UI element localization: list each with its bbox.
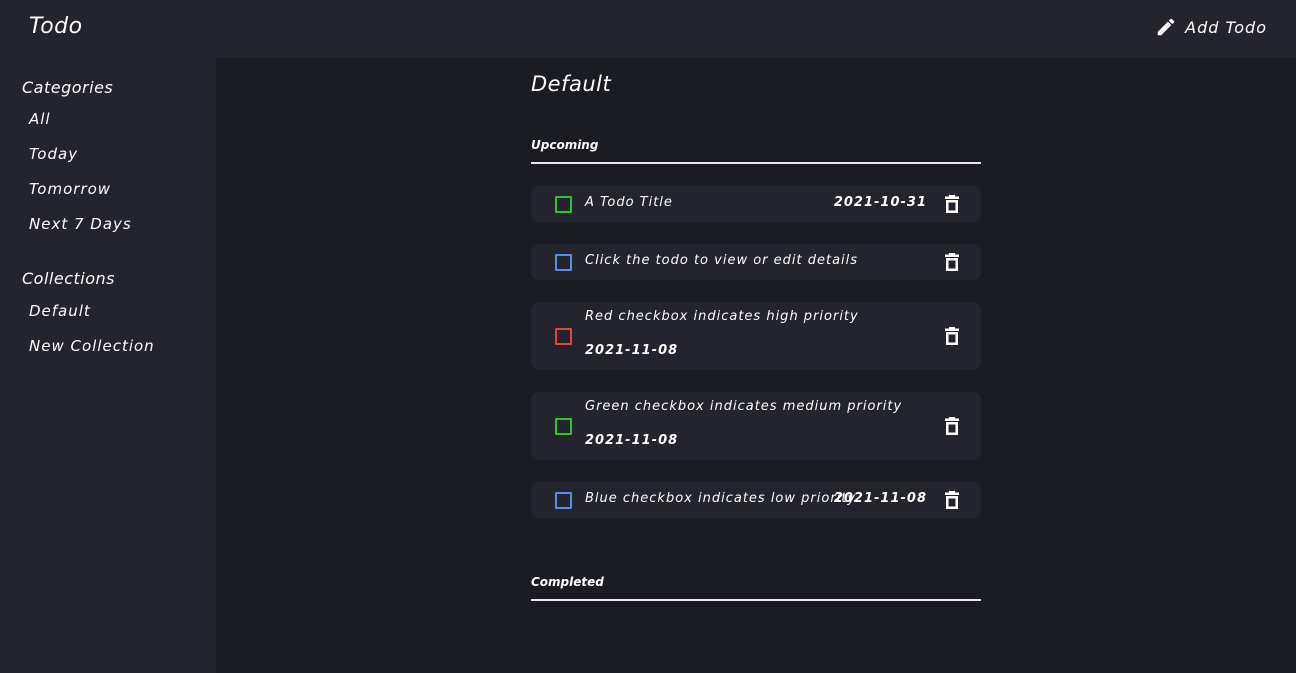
categories-heading: Categories (22, 78, 114, 97)
todo-title: Blue checkbox indicates low priority (585, 491, 857, 506)
upcoming-label: Upcoming (531, 138, 599, 152)
todo-item[interactable]: A Todo Title 2021-10-31 (531, 186, 981, 222)
app-header: Todo Add Todo (0, 0, 1296, 58)
page-title: Default (531, 72, 612, 96)
delete-button[interactable] (945, 327, 959, 345)
todo-item[interactable]: Green checkbox indicates medium priority… (531, 392, 981, 460)
add-todo-label: Add Todo (1185, 17, 1267, 37)
trash-icon (945, 253, 959, 271)
delete-button[interactable] (945, 417, 959, 435)
priority-checkbox[interactable] (555, 492, 572, 509)
delete-button[interactable] (945, 491, 959, 509)
trash-icon (945, 491, 959, 509)
priority-checkbox[interactable] (555, 328, 572, 345)
todo-title: Green checkbox indicates medium priority (585, 399, 903, 414)
sidebar-item-today[interactable]: Today (29, 145, 78, 163)
todo-title: A Todo Title (585, 195, 673, 210)
priority-checkbox[interactable] (555, 196, 572, 213)
trash-icon (945, 195, 959, 213)
priority-checkbox[interactable] (555, 418, 572, 435)
delete-button[interactable] (945, 195, 959, 213)
sidebar-item-default[interactable]: Default (29, 302, 91, 320)
todo-title: Red checkbox indicates high priority (585, 309, 859, 324)
collections-heading: Collections (22, 269, 115, 288)
completed-label: Completed (531, 575, 604, 589)
completed-divider (531, 599, 981, 601)
trash-icon (945, 327, 959, 345)
sidebar: Categories All Today Tomorrow Next 7 Day… (0, 58, 216, 673)
app-title: Todo (29, 14, 83, 39)
sidebar-item-tomorrow[interactable]: Tomorrow (29, 180, 111, 198)
pencil-icon (1157, 18, 1175, 36)
sidebar-item-all[interactable]: All (29, 110, 51, 128)
delete-button[interactable] (945, 253, 959, 271)
sidebar-item-next-7-days[interactable]: Next 7 Days (29, 215, 132, 233)
todo-date: 2021-11-08 (585, 343, 679, 358)
todo-date: 2021-10-31 (833, 195, 927, 210)
priority-checkbox[interactable] (555, 254, 572, 271)
sidebar-item-new-collection[interactable]: New Collection (29, 337, 155, 355)
add-todo-button[interactable]: Add Todo (1155, 16, 1267, 38)
todo-date: 2021-11-08 (585, 433, 679, 448)
todo-item[interactable]: Blue checkbox indicates low priority 202… (531, 482, 981, 518)
todo-item[interactable]: Click the todo to view or edit details (531, 244, 981, 280)
trash-icon (945, 417, 959, 435)
todo-item[interactable]: Red checkbox indicates high priority 202… (531, 302, 981, 370)
todo-date: 2021-11-08 (833, 491, 927, 506)
upcoming-divider (531, 162, 981, 164)
todo-title: Click the todo to view or edit details (585, 253, 859, 268)
